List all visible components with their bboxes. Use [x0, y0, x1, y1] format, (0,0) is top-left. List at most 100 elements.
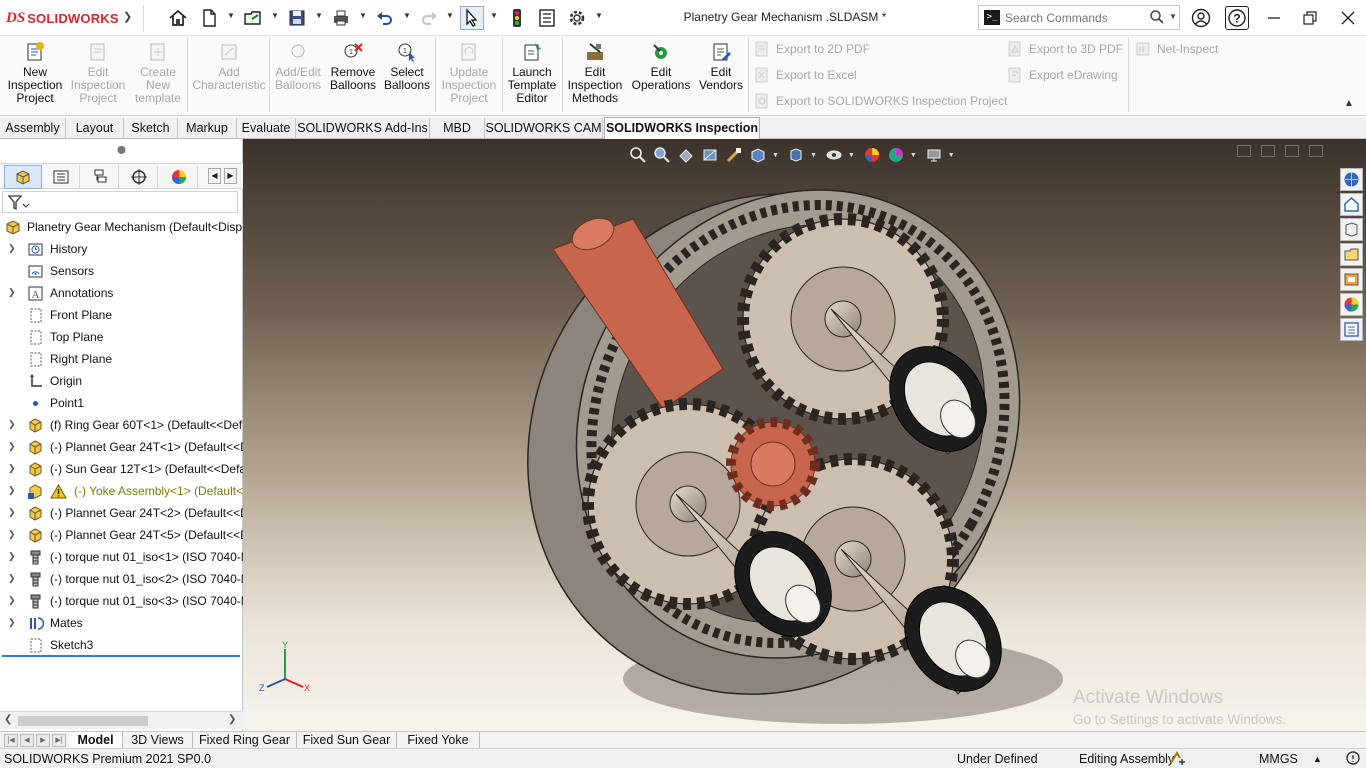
search-icon[interactable] — [1149, 9, 1165, 28]
viewport-tile-left-icon[interactable] — [1237, 145, 1251, 157]
tree-node[interactable]: ❯ History — [0, 238, 243, 260]
tree-horizontal-scrollbar[interactable]: ❮ ❯ — [0, 711, 243, 729]
tree-node[interactable]: ❯ (f) Ring Gear 60T<1> (Default<<Def — [0, 414, 243, 436]
scrollbar-thumb[interactable] — [18, 716, 148, 726]
tab-fixed-ring-gear[interactable]: Fixed Ring Gear — [193, 732, 297, 749]
scroll-right-icon[interactable]: ❯ — [228, 714, 236, 725]
expand-arrow-icon[interactable]: ❯ — [8, 507, 16, 518]
save-icon[interactable] — [285, 6, 309, 30]
options-dropdown-icon[interactable]: ▼ — [595, 11, 603, 20]
tab-layout[interactable]: Layout — [66, 118, 124, 139]
tab-sketch[interactable]: Sketch — [124, 118, 178, 139]
tab-mbd[interactable]: MBD — [430, 118, 485, 139]
edit-appearance-icon[interactable] — [862, 145, 882, 165]
options-gear-icon[interactable] — [565, 6, 589, 30]
export-2d-pdf-button[interactable]: Export to 2D PDF — [754, 40, 870, 58]
configurationmanager-tab-icon[interactable] — [81, 165, 119, 189]
tab-assembly[interactable]: Assembly — [0, 118, 66, 139]
print-dropdown-icon[interactable]: ▼ — [359, 11, 367, 20]
tree-node[interactable]: Sketch3 — [0, 634, 243, 656]
expand-arrow-icon[interactable]: ❯ — [8, 287, 16, 298]
sun-gear[interactable] — [726, 417, 820, 511]
display-style-icon[interactable] — [786, 145, 806, 165]
minimize-icon[interactable] — [1262, 6, 1286, 30]
expand-arrow-icon[interactable]: ❯ — [8, 573, 16, 584]
custom-properties-icon[interactable] — [1340, 318, 1363, 341]
traffic-light-icon[interactable] — [505, 6, 529, 30]
expand-arrow-icon[interactable]: ❯ — [8, 243, 16, 254]
graphics-area[interactable]: ▼ ▼ ▼ ▼ ▼ Y X Z Activate Windows Go to S… — [243, 139, 1366, 731]
remove-balloons-button[interactable]: 1 Remove Balloons — [326, 40, 380, 104]
tree-node[interactable]: ❯ (-) Yoke Assembly<1> (Default< — [0, 480, 243, 502]
file-explorer-icon[interactable] — [1340, 218, 1363, 241]
search-commands-box[interactable]: >_ ▼ — [978, 5, 1180, 30]
redo-icon[interactable] — [417, 6, 441, 30]
design-library-icon[interactable] — [1340, 193, 1363, 216]
home-icon[interactable] — [166, 6, 190, 30]
close-icon[interactable] — [1336, 6, 1360, 30]
new-inspection-project-button[interactable]: New Inspection Project — [4, 40, 66, 105]
viewport-tile-right-icon[interactable] — [1261, 145, 1275, 157]
zoom-to-area-icon[interactable] — [652, 145, 672, 165]
new-document-icon[interactable] — [197, 6, 221, 30]
tabs-scroll-left-icon[interactable]: ◀ — [208, 168, 221, 184]
restore-icon[interactable] — [1298, 6, 1322, 30]
tabs-next-icon[interactable]: ▶ — [36, 734, 50, 747]
viewport-close-icon[interactable] — [1309, 145, 1323, 157]
tree-node[interactable]: Origin — [0, 370, 243, 392]
expand-arrow-icon[interactable]: ❯ — [8, 617, 16, 628]
tree-node[interactable]: Right Plane — [0, 348, 243, 370]
launch-template-editor-button[interactable]: Launch Template Editor — [504, 40, 560, 105]
open-folder-icon[interactable] — [241, 6, 265, 30]
new-dropdown-icon[interactable]: ▼ — [227, 11, 235, 20]
expand-arrow-icon[interactable]: ❯ — [8, 595, 16, 606]
planetary-gear-assembly-model[interactable] — [513, 179, 1073, 731]
tabs-last-icon[interactable]: ▶| — [52, 734, 66, 747]
menu-expand-icon[interactable]: ❯ — [123, 10, 132, 23]
redo-dropdown-icon[interactable]: ▼ — [446, 11, 454, 20]
units-dropdown-icon[interactable]: ▲ — [1313, 754, 1322, 764]
view-palette-icon[interactable] — [1340, 243, 1363, 266]
undo-dropdown-icon[interactable]: ▼ — [403, 11, 411, 20]
print-icon[interactable] — [329, 6, 353, 30]
tab-fixed-sun-gear[interactable]: Fixed Sun Gear — [297, 732, 397, 749]
tree-filter[interactable] — [2, 191, 238, 213]
tree-node[interactable]: Point1 — [0, 392, 243, 414]
select-balloons-button[interactable]: 1 Select Balloons — [381, 40, 433, 104]
hide-show-dropdown-icon[interactable]: ▼ — [848, 152, 855, 159]
tabs-prev-icon[interactable]: ◀ — [20, 734, 34, 747]
tree-root-assembly[interactable]: Planetry Gear Mechanism (Default<Disp — [0, 216, 243, 238]
tree-node[interactable]: ❯ (-) torque nut 01_iso<1> (ISO 7040-M — [0, 546, 243, 568]
add-edit-balloons-button[interactable]: Add/Edit Balloons — [272, 40, 324, 104]
view-settings-icon[interactable] — [924, 145, 944, 165]
tree-node[interactable]: ❯ (-) Plannet Gear 24T<5> (Default<<D — [0, 524, 243, 546]
export-edrawing-button[interactable]: Export eDrawing — [1007, 66, 1118, 84]
solidworks-logo[interactable]: DS SOLIDWORKS — [6, 8, 119, 28]
expand-arrow-icon[interactable]: ❯ — [8, 529, 16, 540]
tree-node[interactable]: ❯ A Annotations — [0, 282, 243, 304]
expand-arrow-icon[interactable]: ❯ — [8, 419, 16, 430]
select-dropdown-icon[interactable]: ▼ — [490, 11, 498, 20]
solidworks-resources-icon[interactable] — [1340, 168, 1363, 191]
tree-node[interactable]: Front Plane — [0, 304, 243, 326]
propertymanager-tab-icon[interactable] — [42, 165, 80, 189]
tab-3d-views[interactable]: 3D Views — [123, 732, 193, 749]
export-excel-button[interactable]: Export to Excel — [754, 66, 857, 84]
section-view-icon[interactable] — [700, 145, 720, 165]
user-account-icon[interactable] — [1189, 6, 1213, 30]
tab-solidworks-add-ins[interactable]: SOLIDWORKS Add-Ins — [296, 118, 430, 139]
open-dropdown-icon[interactable]: ▼ — [271, 11, 279, 20]
featuremanager-tab-icon[interactable] — [4, 165, 42, 189]
expand-arrow-icon[interactable]: ❯ — [8, 551, 16, 562]
expand-arrow-icon[interactable]: ❯ — [8, 441, 16, 452]
tree-node[interactable]: ❯ (-) torque nut 01_iso<2> (ISO 7040-M — [0, 568, 243, 590]
help-icon[interactable]: ? — [1225, 6, 1249, 30]
unit-system[interactable]: MMGS — [1259, 752, 1298, 766]
tree-node[interactable]: Top Plane — [0, 326, 243, 348]
undo-icon[interactable] — [373, 6, 397, 30]
select-pointer-icon[interactable] — [460, 6, 484, 30]
update-inspection-project-button[interactable]: Update Inspection Project — [438, 40, 500, 105]
tree-node[interactable]: Sensors — [0, 260, 243, 282]
rebuild-icon[interactable] — [1168, 750, 1186, 768]
dynamic-annotation-icon[interactable] — [724, 145, 744, 165]
